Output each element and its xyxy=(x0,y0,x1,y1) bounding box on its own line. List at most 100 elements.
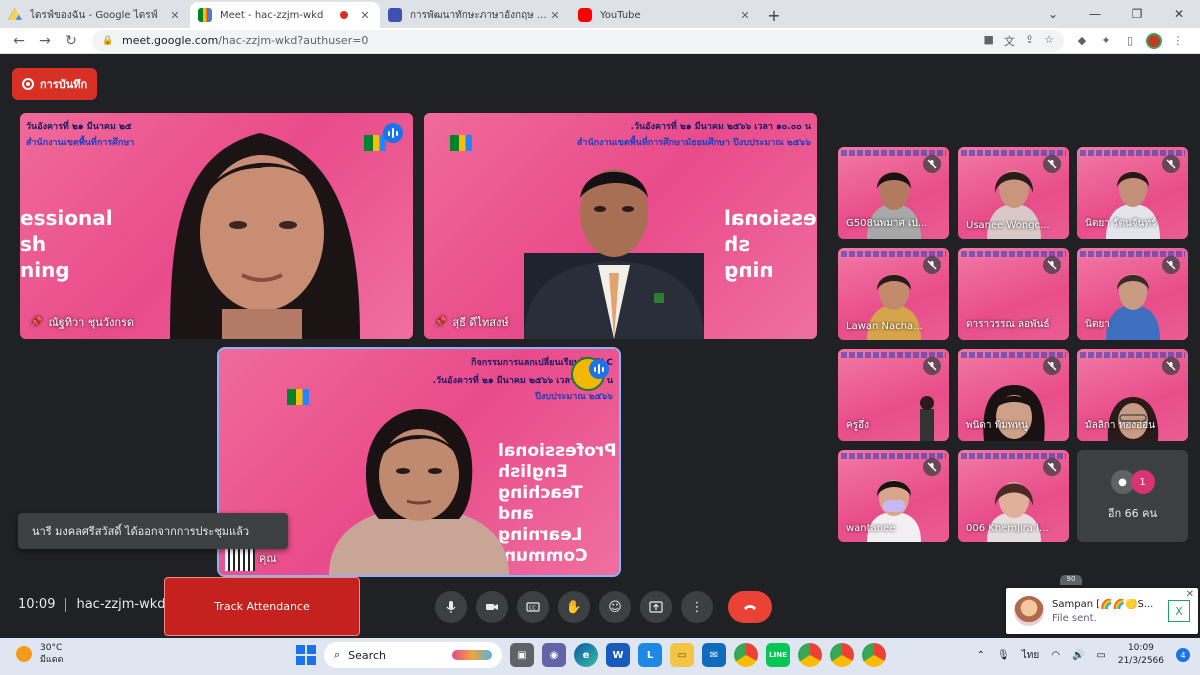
tab-forms[interactable]: การพัฒนาทักษะภาษาอังกฤษ English ✕ xyxy=(380,2,570,28)
profile-avatar[interactable] xyxy=(1146,32,1162,49)
search-icon: ⌕ xyxy=(334,648,341,661)
participant-tile-small[interactable]: นิตยา xyxy=(1077,248,1188,340)
browser-toolbar: ← → ↻ 🔒 meet.google.com/hac-zzjm-wkd?aut… xyxy=(0,28,1200,54)
windows-start-icon[interactable] xyxy=(296,645,316,665)
forward-icon[interactable]: → xyxy=(32,30,58,52)
notification-count-badge[interactable]: 4 xyxy=(1176,648,1190,662)
participant-name: ณัฐทิวา ชุนวังกรด xyxy=(48,316,135,329)
drive-icon xyxy=(8,8,22,20)
camera-in-use-icon[interactable]: ■ xyxy=(984,33,994,49)
participant-tile-small[interactable]: พนิดา พิมพหนู xyxy=(958,349,1069,441)
camera-button[interactable] xyxy=(476,591,508,623)
track-attendance-button[interactable]: Track Attendance xyxy=(164,577,360,636)
edge-icon[interactable]: e xyxy=(574,643,598,667)
chrome-icon[interactable] xyxy=(734,643,758,667)
side-panel-icon[interactable]: ▯ xyxy=(1122,33,1138,49)
bookmark-star-icon[interactable]: ☆ xyxy=(1044,33,1054,49)
tab-meet[interactable]: Meet - hac-zzjm-wkd ✕ xyxy=(190,2,380,28)
hangup-icon xyxy=(744,605,756,610)
participant-video xyxy=(919,396,934,441)
participant-name: พนิดา พิมพหนู xyxy=(966,420,1028,431)
participant-tile-main-2[interactable]: วันอังคารที่ ๒๑ มีนาคม ๒๕๖๖ เวลา ๑๐.๐๐ น… xyxy=(424,113,817,339)
recording-chip[interactable]: การบันทึก xyxy=(12,68,98,100)
record-icon xyxy=(22,78,34,90)
participant-name: สุธี ดีไทสงษ์ xyxy=(452,316,509,329)
input-language[interactable]: ไทย xyxy=(1022,648,1039,663)
close-icon[interactable]: ✕ xyxy=(1186,589,1194,600)
tab-youtube[interactable]: YouTube ✕ xyxy=(570,2,760,28)
mic-off-icon xyxy=(1162,155,1180,173)
mic-off-icon xyxy=(923,256,941,274)
pin-icon[interactable]: 📌 xyxy=(434,317,446,328)
participant-tile-small[interactable]: มัลลิกา ทองอ่อน xyxy=(1077,349,1188,441)
share-icon[interactable]: ⇪ xyxy=(1025,33,1034,49)
mail-icon[interactable]: ✉ xyxy=(702,643,726,667)
tab-title: Meet - hac-zzjm-wkd xyxy=(220,9,324,21)
participant-tile-small[interactable]: G508นพมาศ เป... xyxy=(838,147,949,239)
participant-tile-small[interactable]: Lawan Nacha... xyxy=(838,248,949,340)
chrome-profile-4-icon[interactable] xyxy=(862,643,886,667)
tile-banner: วันอังคารที่ ๒๑ มีนาคม ๒๕๖๖ เวลา ๑๐.๐๐ น… xyxy=(630,122,811,132)
tab-search-icon[interactable]: ⌄ xyxy=(1032,0,1074,28)
volume-icon[interactable]: 🔊 xyxy=(1072,650,1084,661)
present-screen-button[interactable] xyxy=(640,591,672,623)
emoji-reaction-button[interactable]: ☺ xyxy=(599,591,631,623)
track-attendance-label: Track Attendance xyxy=(214,600,310,613)
extension-icon[interactable]: ◆ xyxy=(1074,33,1090,49)
back-icon[interactable]: ← xyxy=(6,30,32,52)
more-options-button[interactable]: ⋮ xyxy=(681,591,713,623)
mic-off-icon xyxy=(1043,458,1061,476)
participant-name: Lawan Nacha... xyxy=(846,321,923,332)
participant-tile-small[interactable]: นิตยา รัตนจันทร์ xyxy=(1077,147,1188,239)
microphone-tray-icon[interactable]: 🎙 xyxy=(997,650,1010,661)
participant-name: G508นพมาศ เป... xyxy=(846,218,928,229)
extensions-puzzle-icon[interactable]: ✦ xyxy=(1098,33,1114,49)
battery-icon[interactable]: ▭ xyxy=(1096,650,1105,661)
line-icon[interactable]: LINE xyxy=(766,643,790,667)
speaking-indicator-icon xyxy=(589,359,609,379)
captions-button[interactable]: CC xyxy=(517,591,549,623)
teams-chat-icon[interactable]: ◉ xyxy=(542,643,566,667)
more-participants-tile[interactable]: ● 1 อีก 66 คน xyxy=(1077,450,1188,542)
file-explorer-icon[interactable]: ▭ xyxy=(670,643,694,667)
address-bar[interactable]: 🔒 meet.google.com/hac-zzjm-wkd?authuser=… xyxy=(92,29,1064,52)
participant-tile-small[interactable]: ดาราวรรณ ลอพันธ์ xyxy=(958,248,1069,340)
more-menu-icon[interactable]: ⋮ xyxy=(1170,33,1186,49)
tab-google-drive[interactable]: ไดรฟ์ของฉัน - Google ไดรฟ์ ✕ xyxy=(0,2,190,28)
pin-icon[interactable]: 📌 xyxy=(30,317,42,328)
participant-tile-main-1[interactable]: วันอังคารที่ ๒๑ มีนาคม ๒๕ สำนักงานเขตพื้… xyxy=(20,113,413,339)
tab-title: การพัฒนาทักษะภาษาอังกฤษ English xyxy=(410,9,548,21)
chat-notification[interactable]: Sampan [🌈🌈🟡S... File sent. X ✕ xyxy=(1006,588,1198,634)
window-close-icon[interactable]: ✕ xyxy=(1158,0,1200,28)
translate-icon[interactable]: 文 xyxy=(1004,33,1015,49)
word-icon[interactable]: W xyxy=(606,643,630,667)
system-clock[interactable]: 10:09 21/3/2566 xyxy=(1118,642,1164,668)
close-icon[interactable]: ✕ xyxy=(168,9,182,22)
leave-call-button[interactable] xyxy=(728,591,772,623)
app-l-icon[interactable]: L xyxy=(638,643,662,667)
participant-tile-small[interactable]: Usanee Wongc... xyxy=(958,147,1069,239)
lock-icon[interactable]: 🔒 xyxy=(102,36,116,46)
close-icon[interactable]: ✕ xyxy=(358,9,372,22)
participant-left-toast: นารี มงคลศรีสวัสดิ์ ได้ออกจากการประชุมแล… xyxy=(18,513,288,549)
restore-icon[interactable]: ❐ xyxy=(1116,0,1158,28)
minimize-icon[interactable]: — xyxy=(1074,0,1116,28)
wifi-icon[interactable]: ◠ xyxy=(1051,650,1060,661)
task-view-icon[interactable]: ▣ xyxy=(510,643,534,667)
participant-tile-small[interactable]: wantanee xyxy=(838,450,949,542)
participant-tile-small[interactable]: 006 Khemjira I... xyxy=(958,450,1069,542)
raise-hand-button[interactable]: ✋ xyxy=(558,591,590,623)
new-tab-button[interactable]: + xyxy=(760,2,788,28)
chrome-profile-3-icon[interactable] xyxy=(830,643,854,667)
chevron-up-icon[interactable]: ⌃ xyxy=(977,650,985,661)
close-icon[interactable]: ✕ xyxy=(548,9,562,22)
reload-icon[interactable]: ↻ xyxy=(58,30,84,52)
slogan-line: essional xyxy=(724,206,817,230)
weather-widget[interactable]: 30°C มีแดด xyxy=(16,642,63,666)
taskbar-search[interactable]: ⌕ Search xyxy=(324,642,502,668)
participant-name: มัลลิกา ทองอ่อน xyxy=(1085,420,1156,431)
participant-tile-small[interactable]: ครูอึ่ง xyxy=(838,349,949,441)
chrome-profile-2-icon[interactable] xyxy=(798,643,822,667)
close-icon[interactable]: ✕ xyxy=(738,9,752,22)
microphone-button[interactable] xyxy=(435,591,467,623)
